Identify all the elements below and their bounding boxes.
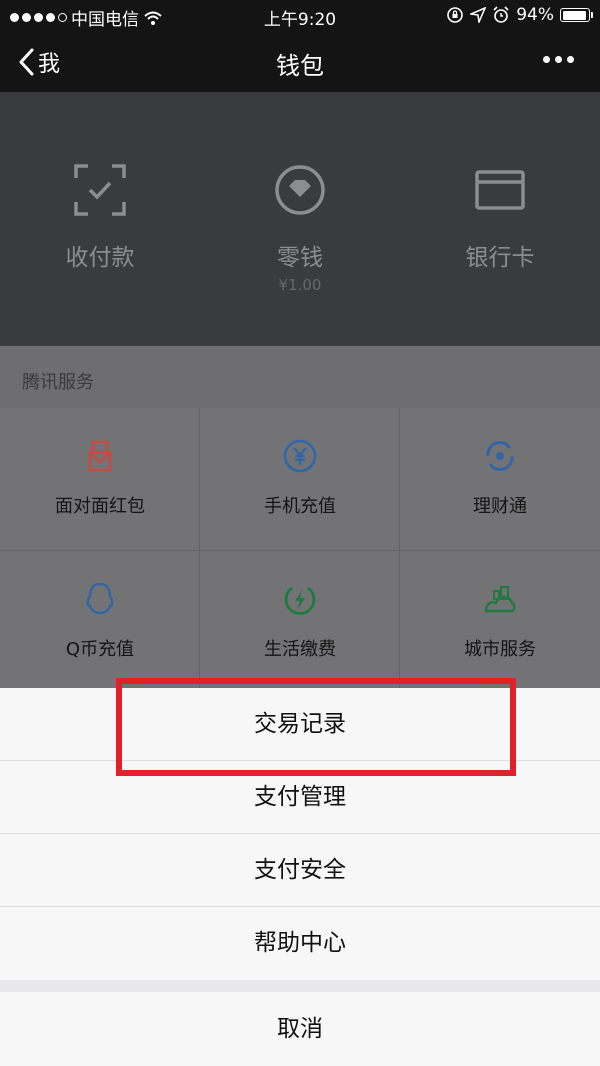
service-label: Q币充值 (65, 639, 135, 660)
wallet-label-pay: 收付款 (65, 245, 135, 271)
service-label: 面对面红包 (55, 496, 145, 517)
services-grid: 面对面红包 手机充值 理财通 Q币充值 生活缴费 城市服务 (0, 408, 600, 694)
mobile-topup-icon (283, 439, 317, 473)
service-licaitong[interactable]: 理财通 (400, 408, 600, 551)
service-label: 城市服务 (464, 639, 536, 660)
licaitong-icon (486, 441, 514, 471)
service-label: 手机充值 (264, 496, 336, 517)
status-bar: 中国电信 上午9:20 94% (0, 0, 600, 32)
wallet-item-pay[interactable]: 收付款 (0, 92, 200, 346)
service-city[interactable]: 城市服务 (400, 551, 600, 694)
scan-pay-icon (74, 164, 126, 216)
change-icon (275, 165, 325, 215)
wallet-label-bank-card: 银行卡 (465, 245, 535, 271)
menu-item-payment-security[interactable]: 支付安全 (0, 834, 600, 907)
rotation-lock-icon (447, 7, 464, 23)
service-red-packet[interactable]: 面对面红包 (0, 408, 200, 551)
utility-bill-icon (284, 586, 316, 615)
service-utility-bill[interactable]: 生活缴费 (200, 551, 400, 694)
nav-bar: 我 钱包 (0, 32, 600, 92)
section-title-tencent-services: 腾讯服务 (0, 346, 600, 408)
battery-icon (560, 8, 593, 22)
red-packet-icon (88, 440, 112, 472)
service-label: 生活缴费 (264, 639, 336, 660)
wallet-label-change: 零钱 (277, 245, 323, 271)
page-title: 钱包 (276, 52, 324, 80)
battery-percent: 94% (516, 5, 554, 25)
wallet-item-bank-card[interactable]: 银行卡 (400, 92, 600, 346)
wallet-item-change[interactable]: 零钱 ¥1.00 (200, 92, 400, 346)
service-mobile-topup[interactable]: 手机充值 (200, 408, 400, 551)
action-sheet: 交易记录 支付管理 支付安全 帮助中心 取消 (0, 688, 600, 1066)
service-qq-coin[interactable]: Q币充值 (0, 551, 200, 694)
wallet-change-balance: ¥1.00 (278, 276, 322, 294)
location-icon (470, 7, 487, 23)
wallet-header: 收付款 零钱 ¥1.00 银行卡 (0, 92, 600, 346)
bank-card-icon (475, 170, 525, 210)
menu-item-payment-management[interactable]: 支付管理 (0, 761, 600, 834)
alarm-icon (493, 6, 509, 23)
service-label: 理财通 (473, 496, 527, 517)
cancel-button[interactable]: 取消 (0, 992, 600, 1066)
city-service-icon (484, 586, 516, 613)
qq-coin-icon (86, 582, 114, 615)
menu-item-help-center[interactable]: 帮助中心 (0, 907, 600, 980)
menu-item-transaction-records[interactable]: 交易记录 (0, 688, 600, 761)
more-icon[interactable] (543, 56, 574, 63)
